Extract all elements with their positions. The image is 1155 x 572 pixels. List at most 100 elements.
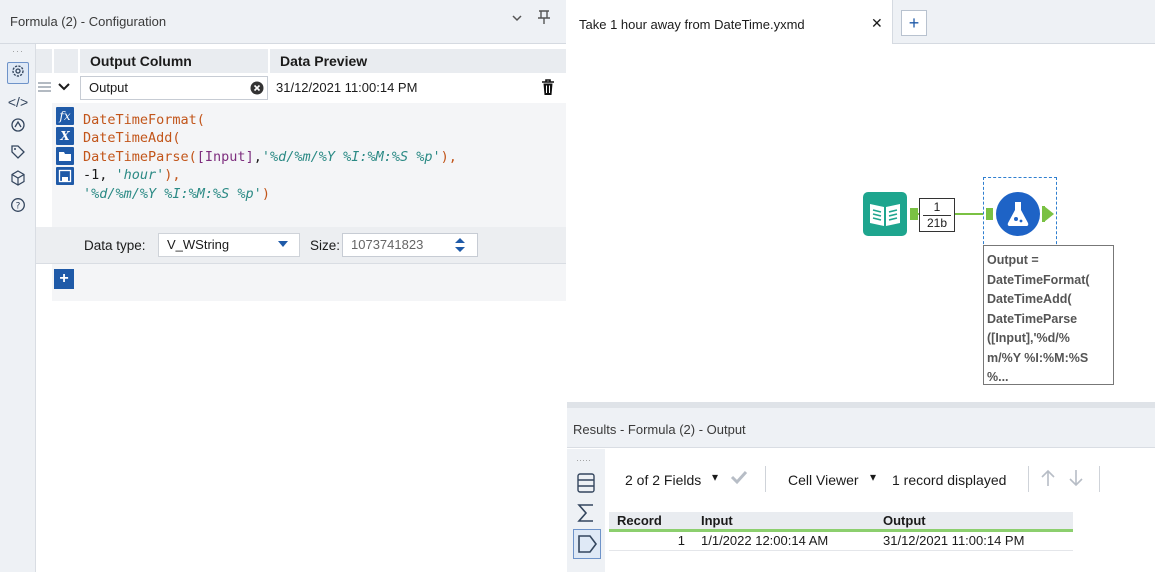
- tag-icon[interactable]: [7, 144, 29, 166]
- expression-token: -1,: [83, 167, 116, 184]
- new-tab-button[interactable]: +: [901, 10, 927, 36]
- size-value: 1073741823: [351, 237, 424, 252]
- records-displayed-label: 1 record displayed: [892, 472, 1007, 488]
- table-view-icon[interactable]: [577, 473, 595, 496]
- cube-icon[interactable]: [7, 170, 29, 192]
- results-panel: Results - Formula (2) - Output ····· 2 o…: [567, 402, 1155, 572]
- expression-token: ),: [440, 148, 457, 165]
- svg-text:?: ?: [16, 202, 21, 212]
- expression-token: DateTimeAdd(: [83, 130, 181, 147]
- column-header-record[interactable]: Record: [609, 512, 693, 532]
- trash-icon[interactable]: [540, 78, 556, 99]
- cell-viewer-dropdown[interactable]: Cell Viewer: [788, 472, 859, 488]
- chevron-down-icon[interactable]: [505, 9, 529, 33]
- tag-view-icon[interactable]: [573, 529, 601, 559]
- gear-icon[interactable]: [7, 62, 29, 84]
- formula-tool[interactable]: [996, 192, 1040, 236]
- dropdown-arrow-icon: [277, 234, 289, 256]
- expression-line: -1, 'hour'),: [83, 166, 457, 184]
- results-table: Record Input Output 1 1/1/2022 12:00:14 …: [609, 512, 1073, 551]
- pin-icon[interactable]: [532, 9, 556, 33]
- expression-line: '%d/%m/%Y %I:%M:%S %p'): [83, 185, 457, 203]
- save-icon[interactable]: [56, 167, 74, 185]
- expression-token: DateTimeParse(: [83, 148, 197, 165]
- fields-dropdown[interactable]: 2 of 2 Fields: [625, 472, 701, 488]
- expression-token: [Input]: [196, 148, 254, 165]
- workflow-tab-bar: Take 1 hour away from DateTime.yxmd ✕ +: [567, 0, 1155, 44]
- expression-token: 'hour': [115, 167, 165, 184]
- config-title: Formula (2) - Configuration: [10, 14, 167, 29]
- spinner-icon[interactable]: [453, 236, 467, 261]
- output-column-value: Output: [89, 80, 129, 95]
- arrow-down-icon[interactable]: [1068, 469, 1084, 490]
- workflow-canvas[interactable]: 1 21b Output = DateTimeFormat( DateTimeA…: [567, 44, 1155, 402]
- results-table-wrap: Record Input Output 1 1/1/2022 12:00:14 …: [609, 512, 1073, 551]
- connection-record-info: 1 21b: [919, 198, 955, 232]
- expression-token: ): [261, 185, 270, 202]
- expression-line: DateTimeFormat(: [83, 111, 457, 129]
- expression-token: ),: [164, 167, 181, 184]
- add-formula-button[interactable]: +: [54, 269, 74, 289]
- expression-token: DateTimeFormat(: [83, 112, 205, 128]
- data-type-select[interactable]: V_WString: [158, 233, 300, 257]
- expression-token: '%d/%m/%Y %I:%M:%S %p': [83, 185, 262, 202]
- output-cell[interactable]: 31/12/2021 11:00:14 PM: [875, 530, 1073, 551]
- size-label: Size:: [310, 238, 341, 253]
- help-icon[interactable]: ?: [7, 197, 29, 219]
- arrow-up-icon[interactable]: [1040, 469, 1056, 490]
- check-icon[interactable]: [730, 469, 748, 488]
- output-column-field[interactable]: Output: [80, 76, 268, 100]
- expression-line: DateTimeParse([Input],'%d/%m/%Y %I:%M:%S…: [83, 148, 457, 166]
- formula-row[interactable]: Output 31/12/2021 11:00:14 PM: [36, 73, 566, 103]
- formula-expression[interactable]: DateTimeFormat( DateTimeAdd(DateTimeParse…: [83, 111, 457, 203]
- data-type-value: V_WString: [167, 237, 230, 252]
- cell-viewer-arrow-icon[interactable]: ▾: [870, 470, 876, 484]
- data-preview-value: 31/12/2021 11:00:14 PM: [276, 80, 418, 95]
- formula-grid: Output Column Data Preview Output 31/12/…: [36, 44, 566, 572]
- output-anchor[interactable]: [1044, 206, 1054, 222]
- fields-dropdown-arrow-icon[interactable]: ▾: [712, 470, 718, 484]
- results-title: Results - Formula (2) - Output: [573, 422, 746, 437]
- book-icon: [870, 204, 900, 226]
- output-column-header: Output Column: [80, 49, 268, 73]
- connection-record-size: 21b: [923, 215, 951, 231]
- column-header-output[interactable]: Output: [875, 512, 1073, 532]
- config-header: Formula (2) - Configuration: [0, 0, 566, 44]
- sum-icon[interactable]: [577, 503, 595, 526]
- grid-header: Output Column Data Preview: [36, 49, 566, 73]
- drag-handle-icon[interactable]: ···: [12, 46, 24, 56]
- input-cell[interactable]: 1/1/2022 12:00:14 AM: [693, 530, 875, 551]
- table-row[interactable]: 1 1/1/2022 12:00:14 AM 31/12/2021 11:00:…: [609, 530, 1073, 551]
- expression-editor[interactable]: fx X DateTimeFormat( DateTimeAdd(DateTime…: [52, 103, 566, 301]
- flask-icon: [1007, 202, 1029, 226]
- compass-icon[interactable]: [7, 117, 29, 139]
- collapse-chevron-icon[interactable]: [57, 81, 71, 96]
- open-folder-icon[interactable]: [56, 147, 74, 165]
- tool-annotation: Output = DateTimeFormat( DateTimeAdd( Da…: [983, 245, 1114, 385]
- size-field[interactable]: 1073741823: [342, 233, 478, 257]
- drag-handle-icon[interactable]: [38, 81, 51, 96]
- expression-token: '%d/%m/%Y %I:%M:%S %p': [261, 148, 441, 165]
- data-type-row: Data type: V_WString Size: 1073741823: [36, 227, 566, 263]
- output-anchor[interactable]: [910, 208, 918, 220]
- drag-handle-icon[interactable]: ·····: [576, 455, 591, 465]
- expression-token: ,: [253, 148, 262, 165]
- text-input-tool[interactable]: [863, 192, 907, 236]
- column-header-input[interactable]: Input: [693, 512, 875, 532]
- record-cell[interactable]: 1: [609, 530, 693, 551]
- input-anchor[interactable]: [986, 208, 993, 220]
- connection-record-count: 1: [933, 200, 941, 214]
- data-type-label: Data type:: [84, 238, 146, 253]
- workflow-tab-label: Take 1 hour away from DateTime.yxmd: [579, 17, 805, 32]
- close-tab-icon[interactable]: ✕: [871, 15, 883, 32]
- configuration-panel: Formula (2) - Configuration ··· </> ? Ou…: [0, 0, 566, 572]
- code-icon[interactable]: </>: [7, 91, 29, 113]
- variable-icon[interactable]: X: [56, 127, 74, 145]
- function-icon[interactable]: fx: [56, 107, 74, 125]
- config-sidebar: ··· </> ?: [0, 44, 36, 572]
- workflow-tab[interactable]: Take 1 hour away from DateTime.yxmd ✕: [567, 0, 893, 44]
- expression-line: DateTimeAdd(: [83, 129, 457, 147]
- results-header: Results - Formula (2) - Output: [567, 408, 1155, 448]
- data-preview-header: Data Preview: [270, 49, 566, 73]
- clear-icon[interactable]: [250, 81, 264, 98]
